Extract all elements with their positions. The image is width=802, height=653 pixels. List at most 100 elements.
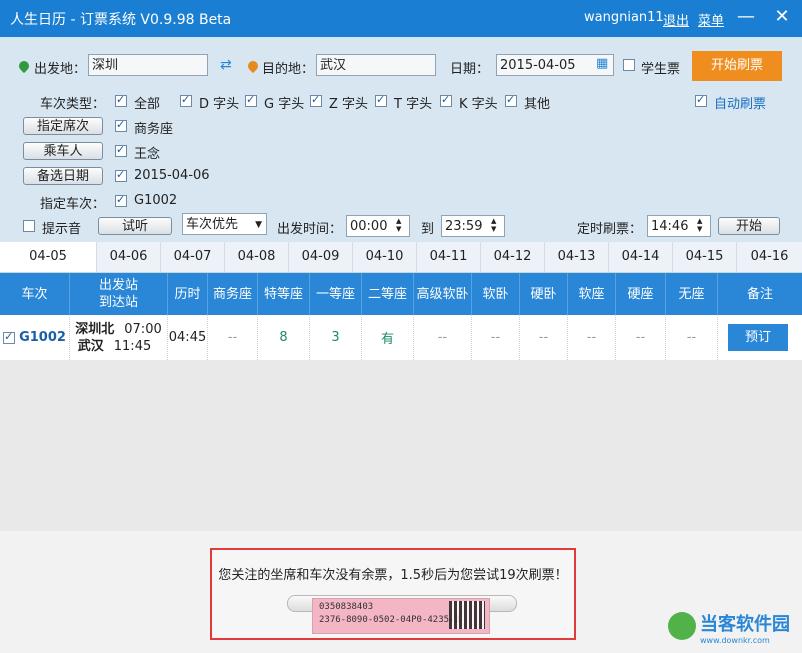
train-label: 指定车次：: [40, 197, 106, 212]
seat-cell: 有: [362, 315, 414, 360]
tab-date[interactable]: 04-06: [97, 242, 161, 272]
col-standing: 无座: [666, 273, 718, 315]
date-tabs: 04-05 04-06 04-07 04-08 04-09 04-10 04-1…: [0, 242, 802, 273]
col-business: 商务座: [208, 273, 258, 315]
username: wangnian11: [584, 10, 664, 25]
window-title: 人生日历 - 订票系统 V0.9.98 Beta: [10, 12, 232, 28]
tab-date[interactable]: 04-13: [545, 242, 609, 272]
type-z-checkbox[interactable]: [310, 93, 322, 107]
type-other-checkbox[interactable]: [505, 93, 517, 107]
train-number: G1002: [19, 330, 66, 345]
seat-cell: --: [472, 315, 520, 360]
seat-cell: --: [616, 315, 666, 360]
col-first: 一等座: [310, 273, 362, 315]
passenger-value: 王念: [134, 147, 161, 162]
type-g-checkbox[interactable]: [245, 93, 257, 107]
type-all-checkbox[interactable]: [115, 93, 127, 107]
col-duration: 历时: [168, 273, 208, 315]
logout-link[interactable]: 退出: [663, 10, 689, 29]
to-input[interactable]: 武汉: [316, 54, 436, 76]
type-t-checkbox[interactable]: [375, 93, 387, 107]
seat-cell: --: [414, 315, 472, 360]
tab-date[interactable]: 04-10: [353, 242, 417, 272]
tab-date[interactable]: 04-07: [161, 242, 225, 272]
sound-checkbox[interactable]: [23, 220, 35, 232]
tab-date[interactable]: 04-14: [609, 242, 673, 272]
tab-date[interactable]: 04-16: [737, 242, 802, 272]
tab-date[interactable]: 04-09: [289, 242, 353, 272]
menu-link[interactable]: 菜单: [698, 10, 724, 29]
title-bar: 人生日历 - 订票系统 V0.9.98 Beta wangnian11 退出 菜…: [0, 0, 802, 37]
origin-pin-icon: [16, 58, 32, 74]
type-k-checkbox[interactable]: [440, 93, 452, 107]
qr-code-icon: [449, 601, 485, 629]
col-soft-sleeper: 软卧: [472, 273, 520, 315]
col-premium: 特等座: [258, 273, 310, 315]
train-value: G1002: [134, 193, 178, 208]
type-k-label: K 字头: [459, 97, 498, 112]
book-button[interactable]: 预订: [728, 324, 788, 351]
from-input[interactable]: 深圳: [88, 54, 208, 76]
date-label: 日期：: [450, 62, 490, 77]
backup-date-value: 2015-04-06: [134, 168, 210, 183]
arrive-time: 11:45: [113, 338, 152, 354]
table-body: G1002 深圳北 07:00 武汉 11:45 04:45 -- 8 3 有 --…: [0, 315, 802, 531]
backup-date-checkbox[interactable]: [115, 168, 127, 182]
tab-date[interactable]: 04-15: [673, 242, 737, 272]
to-label: 目的地：: [262, 62, 315, 77]
type-other-label: 其他: [524, 97, 551, 112]
seat-cell: --: [568, 315, 616, 360]
col-remark: 备注: [746, 286, 773, 302]
close-icon[interactable]: ✕: [771, 6, 793, 28]
timer-start-button[interactable]: 开始: [718, 217, 780, 235]
table-row[interactable]: G1002 深圳北 07:00 武汉 11:45 04:45 -- 8 3 有 --…: [0, 315, 802, 360]
seat-select-button[interactable]: 指定席次: [23, 117, 103, 135]
from-station: 深圳北: [75, 321, 115, 337]
seat-cell: 8: [258, 315, 310, 360]
time-to-spinner-icon[interactable]: ▲ ▼: [491, 217, 496, 233]
student-checkbox[interactable]: [623, 59, 635, 71]
type-all-label: 全部: [134, 97, 161, 112]
to-station: 武汉: [77, 338, 104, 354]
chevron-down-icon: ▼: [255, 220, 262, 230]
type-z-label: Z 字头: [329, 97, 369, 112]
row-checkbox[interactable]: [3, 330, 16, 344]
seat-checkbox[interactable]: [115, 118, 127, 132]
watermark-text: 当客软件园: [700, 614, 790, 635]
ticket-image: 0350838403 2376-8090-0502-04P0-4235-3: [312, 598, 490, 634]
seat-value: 商务座: [134, 122, 174, 137]
tab-date[interactable]: 04-08: [225, 242, 289, 272]
start-refresh-button[interactable]: 开始刷票: [692, 51, 782, 81]
auto-refresh-checkbox[interactable]: [695, 93, 707, 107]
backup-date-button[interactable]: 备选日期: [23, 167, 103, 185]
duration-cell: 04:45: [168, 315, 208, 360]
col-hard-sleeper: 硬卧: [520, 273, 568, 315]
type-d-checkbox[interactable]: [180, 93, 192, 107]
passenger-checkbox[interactable]: [115, 143, 127, 157]
train-checkbox[interactable]: [115, 193, 127, 207]
priority-select[interactable]: 车次优先 ▼: [182, 213, 267, 235]
seat-cell: 3: [310, 315, 362, 360]
notice-message: 您关注的坐席和车次没有余票，1.5秒后为您尝试19次刷票！: [218, 568, 568, 583]
train-type-label: 车次类型：: [40, 97, 106, 112]
type-t-label: T 字头: [394, 97, 433, 112]
from-label: 出发地：: [34, 62, 87, 77]
timer-spinner-icon[interactable]: ▲ ▼: [697, 217, 702, 233]
train-cell: G1002: [0, 315, 70, 360]
col-soft-seat: 软座: [568, 273, 616, 315]
swap-icon[interactable]: ⇄: [220, 57, 232, 73]
student-label: 学生票: [641, 62, 681, 77]
watermark-logo: [668, 612, 696, 640]
tab-date[interactable]: 04-05: [0, 242, 97, 272]
tab-date[interactable]: 04-11: [417, 242, 481, 272]
time-from-spinner-icon[interactable]: ▲ ▼: [396, 217, 401, 233]
table-header: 车次 出发站 到达站 历时 商务座 特等座 一等座 二等座 高级软卧 软卧 硬卧…: [0, 273, 802, 315]
seat-cell: --: [666, 315, 718, 360]
minimize-icon[interactable]: —: [735, 6, 757, 28]
tab-date[interactable]: 04-12: [481, 242, 545, 272]
col-hard-seat: 硬座: [616, 273, 666, 315]
listen-button[interactable]: 试听: [98, 217, 172, 235]
calendar-icon[interactable]: ▦: [596, 56, 608, 71]
passenger-button[interactable]: 乘车人: [23, 142, 103, 160]
search-panel: 出发地： 深圳 ⇄ 目的地： 武汉 日期： 2015-04-05 ▦ 学生票 开…: [0, 37, 802, 242]
